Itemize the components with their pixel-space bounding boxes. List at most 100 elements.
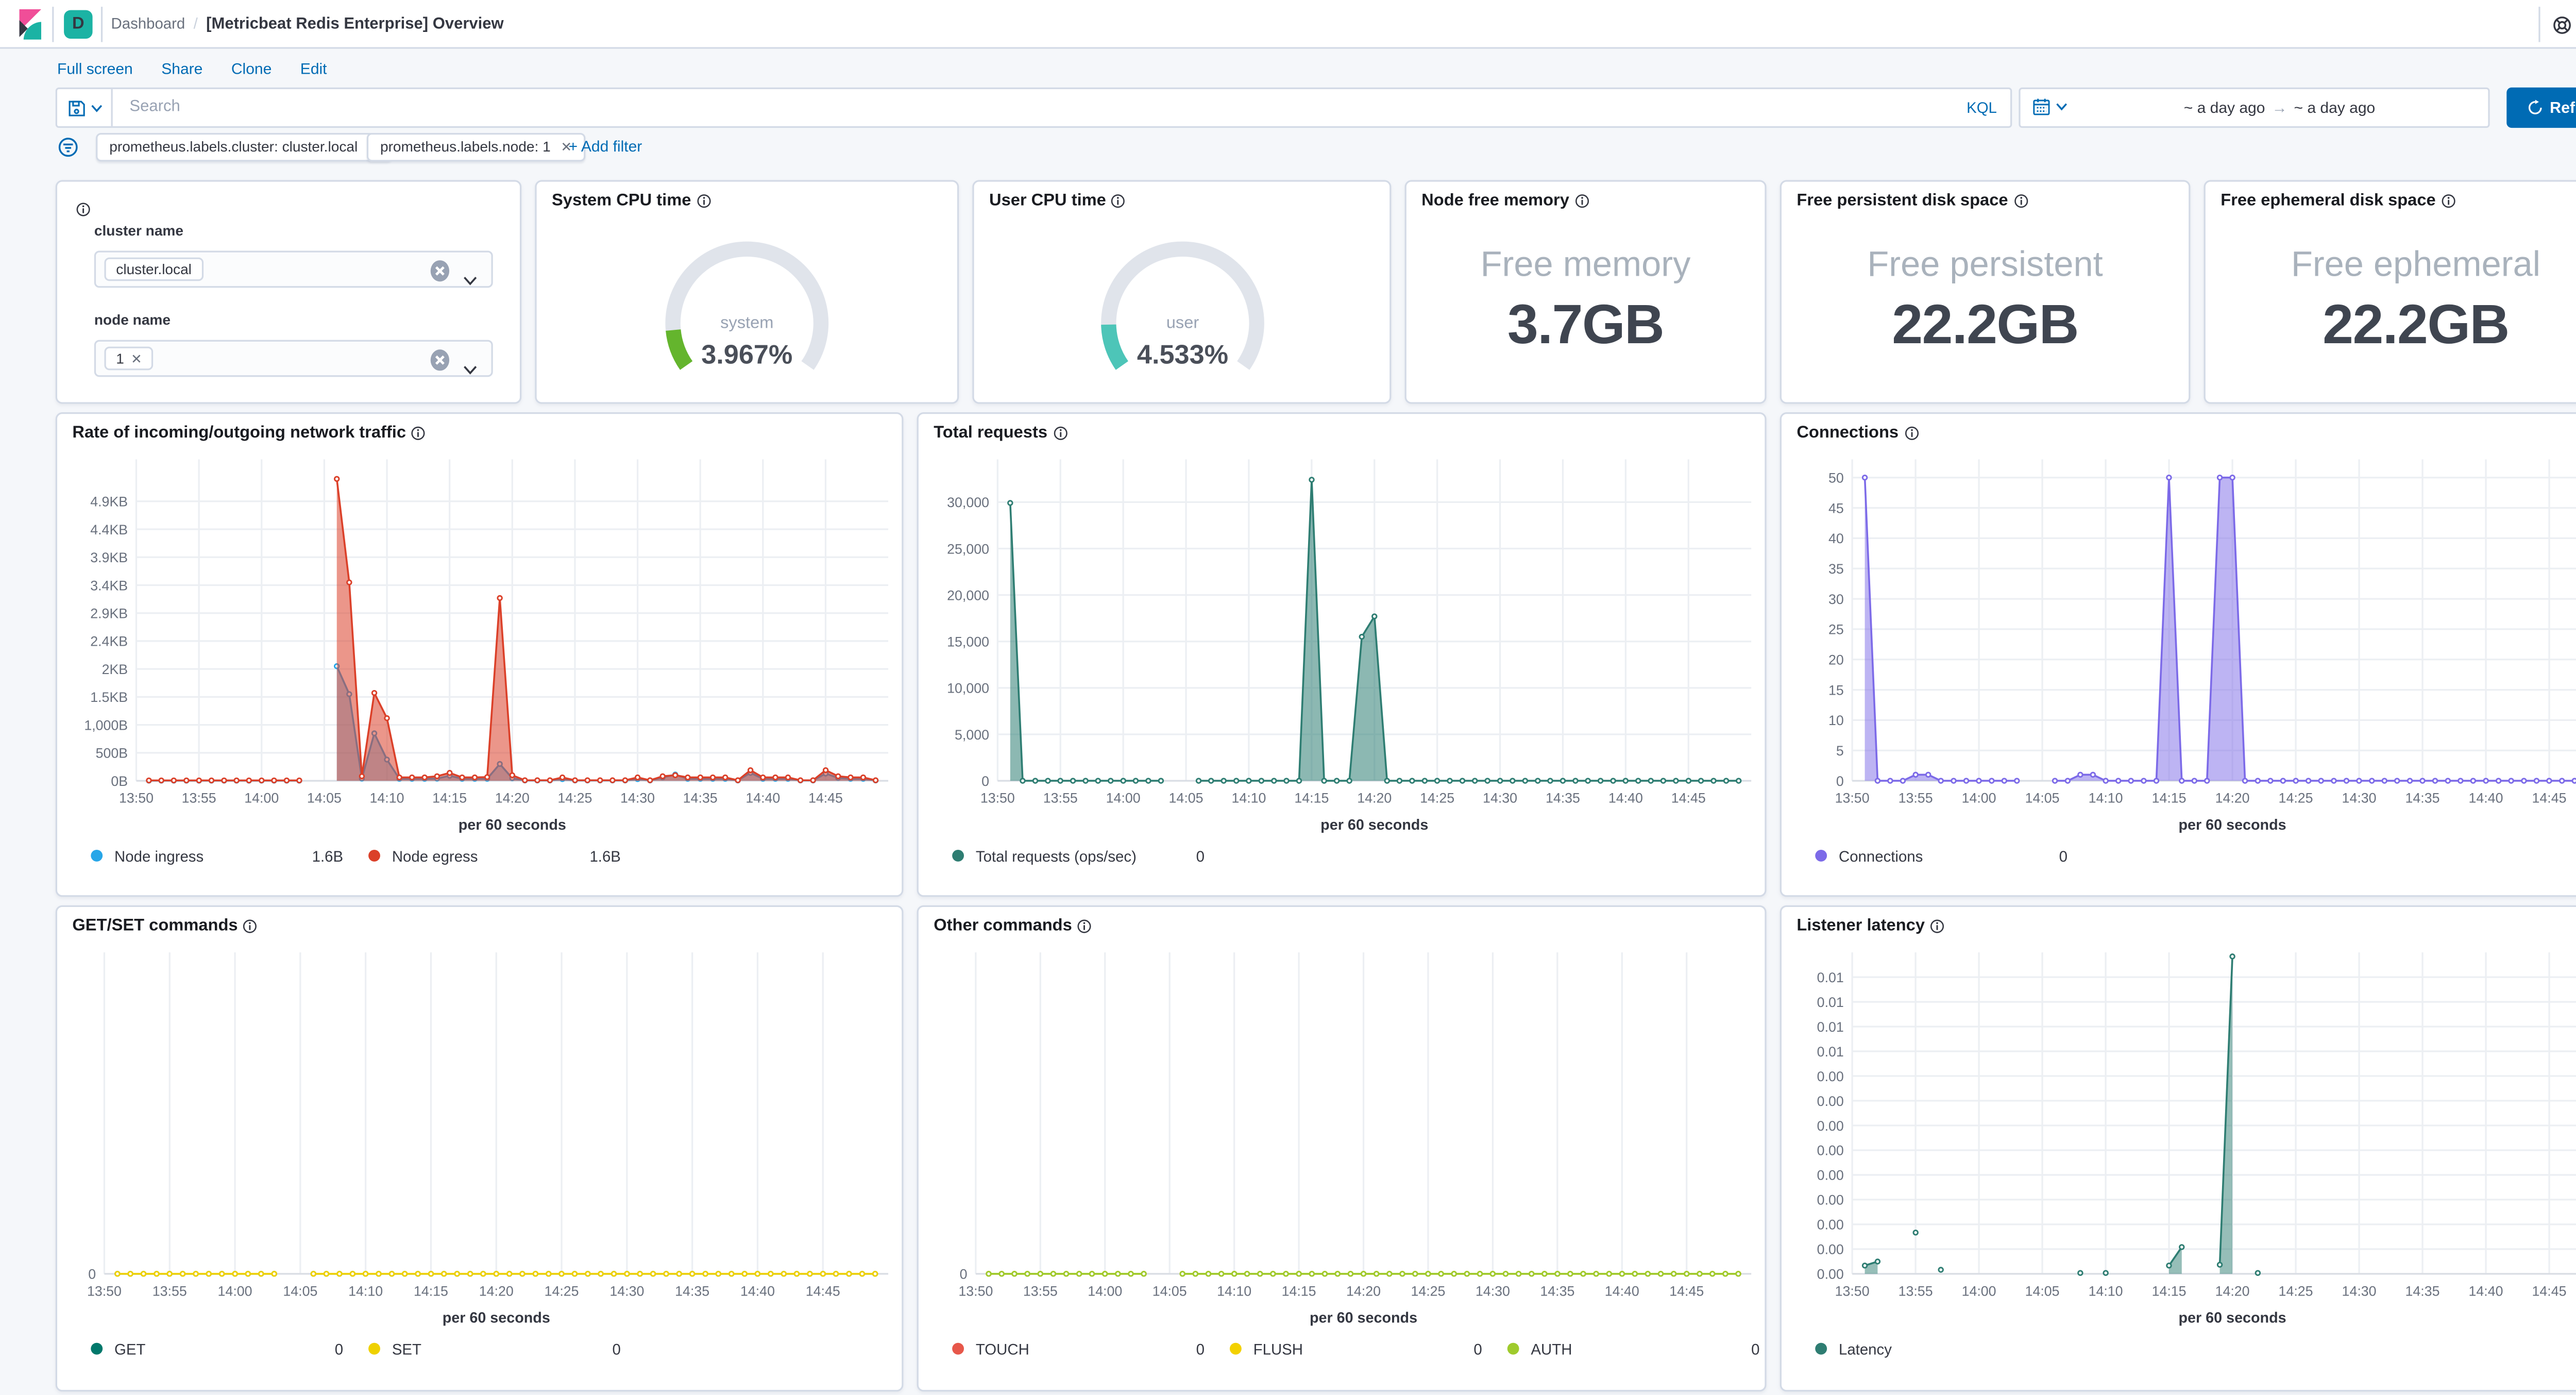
svg-text:0: 0 (88, 1267, 96, 1282)
panel-title: Free persistent disk space (1797, 192, 2028, 210)
network-traffic-chart-panel: Rate of incoming/outgoing network traffi… (56, 412, 904, 897)
panel-title: System CPU time (552, 192, 711, 210)
svg-text:14:15: 14:15 (414, 1283, 448, 1299)
info-icon[interactable] (2441, 194, 2456, 209)
svg-text:14:35: 14:35 (1546, 791, 1580, 806)
svg-text:14:30: 14:30 (609, 1283, 644, 1299)
legend-item-flush[interactable]: FLUSH0 (1230, 1338, 1482, 1359)
svg-text:0B: 0B (111, 774, 128, 789)
svg-text:30,000: 30,000 (947, 495, 989, 510)
chevron-down-icon[interactable] (463, 365, 478, 376)
chevron-down-icon[interactable] (463, 276, 478, 287)
svg-text:14:15: 14:15 (1282, 1283, 1316, 1299)
filter-bar: prometheus.labels.cluster: cluster.local… (0, 133, 2576, 165)
filter-pill-cluster[interactable]: prometheus.labels.cluster: cluster.local… (96, 133, 393, 162)
saved-query-menu-button[interactable] (57, 89, 113, 126)
info-icon[interactable] (696, 194, 711, 209)
svg-text:14:10: 14:10 (2089, 791, 2123, 806)
svg-text:14:05: 14:05 (1169, 791, 1204, 806)
system-cpu-gauge-panel: System CPU timesystem3.967% (535, 180, 959, 404)
legend-color-dot (91, 850, 103, 862)
svg-text:14:00: 14:00 (1962, 1283, 1996, 1299)
date-to[interactable]: ~ a day ago (2294, 99, 2376, 116)
svg-text:0.00: 0.00 (1817, 1267, 1844, 1282)
refresh-button[interactable]: Refresh (2506, 88, 2576, 128)
search-input[interactable]: Search (129, 89, 180, 126)
space-badge[interactable]: D (64, 10, 93, 39)
clear-selection-icon[interactable] (429, 348, 451, 372)
query-bar[interactable]: Search KQL (56, 88, 2012, 128)
svg-text:14:15: 14:15 (2152, 791, 2187, 806)
legend-value: 0 (1473, 1340, 1482, 1357)
legend-item-touch[interactable]: TOUCH0 (952, 1338, 1205, 1359)
svg-text:5,000: 5,000 (955, 727, 989, 743)
legend-color-dot (368, 850, 380, 862)
svg-text:14:35: 14:35 (2405, 1283, 2440, 1299)
legend-item-connections[interactable]: Connections0 (1815, 845, 2067, 866)
svg-text:15,000: 15,000 (947, 634, 989, 650)
svg-text:10: 10 (1828, 713, 1844, 728)
close-icon[interactable]: ✕ (131, 351, 142, 366)
svg-text:14:10: 14:10 (370, 791, 404, 806)
svg-text:0.00: 0.00 (1817, 1217, 1844, 1233)
clear-selection-icon[interactable] (429, 259, 451, 283)
info-icon[interactable] (2013, 194, 2028, 209)
legend-item-total-requests-ops-sec-[interactable]: Total requests (ops/sec)0 (952, 845, 1205, 866)
breadcrumb-dashboard[interactable]: Dashboard (111, 15, 185, 32)
info-icon[interactable] (1111, 194, 1126, 209)
date-from[interactable]: ~ a day ago (2184, 99, 2265, 116)
svg-text:14:15: 14:15 (432, 791, 467, 806)
selected-option-label: 1 (116, 350, 124, 367)
svg-text:14:00: 14:00 (1962, 791, 1996, 806)
svg-text:4.4KB: 4.4KB (90, 522, 128, 537)
full-screen-link[interactable]: Full screen (57, 59, 133, 80)
chevron-down-icon (90, 104, 102, 112)
svg-text:per 60 seconds: per 60 seconds (459, 817, 566, 833)
selected-option-label: cluster.local (116, 261, 192, 278)
panel-title-text: Free ephemeral disk space (2221, 192, 2436, 210)
legend-value: 0 (2059, 847, 2067, 864)
edit-link[interactable]: Edit (300, 59, 327, 80)
share-link[interactable]: Share (161, 59, 202, 80)
legend-label: GET (114, 1340, 145, 1357)
legend-label: TOUCH (976, 1340, 1029, 1357)
info-icon[interactable] (76, 202, 91, 217)
svg-text:14:25: 14:25 (1411, 1283, 1445, 1299)
help-icon[interactable] (2552, 15, 2572, 35)
query-language-button[interactable]: KQL (1967, 89, 1997, 126)
selected-option-pill[interactable]: 1✕ (104, 347, 154, 371)
panel-title-text: System CPU time (552, 192, 691, 210)
kibana-logo-icon[interactable] (17, 8, 44, 40)
legend-item-set[interactable]: SET0 (368, 1338, 621, 1359)
legend-color-dot (952, 850, 964, 862)
selected-option-pill[interactable]: cluster.local (104, 258, 203, 281)
legend-label: Node ingress (114, 847, 204, 864)
control-combobox-cluster-name[interactable]: cluster.local (94, 251, 493, 288)
svg-text:13:50: 13:50 (958, 1283, 993, 1299)
svg-text:14:40: 14:40 (2469, 1283, 2503, 1299)
svg-text:14:05: 14:05 (1153, 1283, 1187, 1299)
svg-text:13:55: 13:55 (152, 1283, 187, 1299)
legend-item-latency[interactable]: Latency (1815, 1338, 2067, 1359)
control-combobox-node-name[interactable]: 1✕ (94, 340, 493, 377)
svg-text:3.4KB: 3.4KB (90, 578, 128, 593)
calendar-icon (2032, 97, 2050, 116)
legend-item-node-ingress[interactable]: Node ingress1.6B (91, 845, 343, 866)
filter-settings-icon[interactable] (57, 136, 79, 158)
svg-text:14:30: 14:30 (2342, 791, 2377, 806)
date-range-picker[interactable]: ~ a day ago→~ a day ago (2019, 88, 2489, 128)
legend-item-auth[interactable]: AUTH0 (1507, 1338, 1760, 1359)
clone-link[interactable]: Clone (231, 59, 272, 80)
svg-text:0.00: 0.00 (1817, 1168, 1844, 1183)
svg-text:3.9KB: 3.9KB (90, 550, 128, 565)
legend-color-dot (1815, 1343, 1827, 1355)
legend-item-node-egress[interactable]: Node egress1.6B (368, 845, 621, 866)
svg-text:0: 0 (1836, 774, 1844, 789)
legend-color-dot (952, 1343, 964, 1355)
svg-text:14:35: 14:35 (2405, 791, 2440, 806)
legend-item-get[interactable]: GET0 (91, 1338, 343, 1359)
breadcrumb-separator: / (194, 15, 198, 32)
add-filter-link[interactable]: + Add filter (569, 138, 642, 155)
info-icon[interactable] (1574, 194, 1589, 209)
filter-pill-node[interactable]: prometheus.labels.node: 1✕ (367, 133, 585, 162)
